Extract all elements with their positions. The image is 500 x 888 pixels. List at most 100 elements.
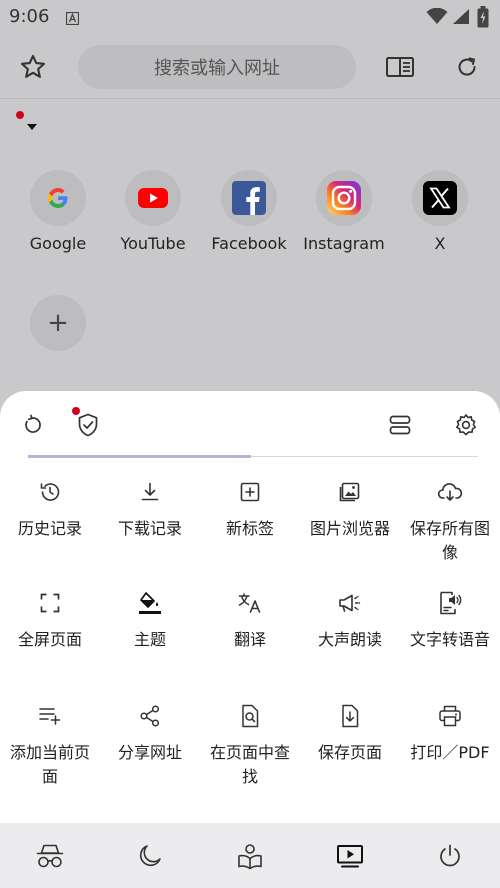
refresh-button[interactable]	[449, 49, 485, 85]
menu-downloads[interactable]: 下载记录	[100, 479, 200, 541]
bottom-action-bar	[0, 823, 500, 888]
browser-toolbar: 搜索或输入网址	[0, 38, 500, 96]
incognito-button[interactable]	[33, 839, 67, 873]
restore-button[interactable]	[16, 408, 50, 442]
browser-menu-sheet: 历史记录 下载记录 新标签 图片浏览器 保存所有图像 全屏页面 主题 翻译 大声…	[0, 391, 500, 823]
menu-find-in-page[interactable]: 在页面中查找	[200, 703, 300, 789]
search-placeholder: 搜索或输入网址	[154, 58, 280, 79]
menu-label: 图片浏览器	[309, 519, 390, 538]
video-player-button[interactable]	[333, 839, 367, 873]
incognito-icon	[36, 844, 64, 868]
menu-image-viewer[interactable]: 图片浏览器	[300, 479, 400, 541]
menu-theme[interactable]: 主题	[100, 590, 200, 652]
settings-gear-icon	[456, 414, 476, 436]
profile-dropdown-caret-icon[interactable]	[27, 124, 37, 130]
shortcut-instagram[interactable]: Instagram	[294, 170, 394, 253]
menu-label: 分享网址	[117, 743, 182, 762]
menu-fullscreen[interactable]: 全屏页面	[0, 590, 100, 652]
wifi-icon	[426, 7, 448, 29]
facebook-logo-icon	[221, 170, 277, 226]
shield-notification-dot	[72, 407, 80, 415]
cloud-download-icon	[437, 483, 463, 501]
shortcut-label: X	[434, 234, 446, 253]
menu-label: 主题	[133, 630, 166, 649]
shortcut-label: YouTube	[120, 234, 186, 253]
add-shortcut-button[interactable]: +	[30, 295, 86, 351]
menu-label: 翻译	[233, 630, 266, 649]
menu-share-url[interactable]: 分享网址	[100, 703, 200, 765]
video-player-icon	[337, 845, 363, 868]
refresh-icon	[458, 57, 476, 76]
power-icon	[440, 844, 460, 867]
plus-icon: +	[47, 308, 69, 338]
exit-button[interactable]	[433, 839, 467, 873]
text-to-speech-icon	[440, 591, 462, 615]
x-logo-icon	[412, 170, 468, 226]
download-icon	[141, 482, 159, 501]
menu-save-page[interactable]: 保存页面	[300, 703, 400, 765]
reading-icon	[238, 844, 262, 870]
paint-bucket-icon	[139, 592, 161, 614]
status-time: 9:06	[9, 6, 50, 27]
shortcut-facebook[interactable]: Facebook	[199, 170, 299, 253]
restore-icon	[25, 414, 41, 433]
shortcut-youtube[interactable]: YouTube	[103, 170, 203, 253]
status-bar: 9:06	[0, 0, 500, 34]
menu-label: 保存所有图像	[409, 519, 490, 562]
translate-icon	[238, 593, 261, 613]
menu-label: 新标签	[225, 519, 274, 538]
menu-read-aloud[interactable]: 大声朗读	[300, 590, 400, 652]
menu-label: 在页面中查找	[209, 743, 290, 786]
add-to-list-icon	[39, 708, 61, 725]
menu-save-all-images[interactable]: 保存所有图像	[400, 479, 500, 565]
shortcut-google[interactable]: Google	[8, 170, 108, 253]
reader-mode-button[interactable]	[382, 49, 418, 85]
bookmark-star-button[interactable]	[15, 49, 51, 85]
google-logo-icon	[30, 170, 86, 226]
profile-notification-dot	[16, 111, 24, 119]
menu-label: 打印／PDF	[410, 743, 490, 762]
settings-button[interactable]	[449, 408, 483, 442]
print-icon	[439, 705, 461, 727]
night-mode-icon	[139, 845, 161, 867]
app-notification-icon	[65, 10, 80, 26]
menu-history[interactable]: 历史记录	[0, 479, 100, 541]
menu-label: 大声朗读	[317, 630, 382, 649]
image-viewer-icon	[339, 482, 360, 502]
layout-toggle-icon	[389, 415, 411, 435]
night-mode-button[interactable]	[133, 839, 167, 873]
layout-toggle-button[interactable]	[383, 408, 417, 442]
menu-label: 文字转语音	[409, 630, 490, 649]
share-icon	[140, 705, 160, 727]
menu-label: 下载记录	[117, 519, 182, 538]
shortcut-x[interactable]: X	[390, 170, 490, 253]
history-icon	[40, 483, 60, 501]
new-tab-icon	[240, 482, 260, 502]
menu-add-current-page[interactable]: 添加当前页面	[0, 703, 100, 789]
battery-charging-icon	[477, 6, 489, 32]
find-in-page-icon	[242, 704, 259, 728]
menu-new-tab[interactable]: 新标签	[200, 479, 300, 541]
shortcut-label: Google	[29, 234, 87, 253]
star-icon	[20, 54, 46, 78]
reading-mode-button[interactable]	[233, 839, 267, 873]
megaphone-icon	[339, 594, 361, 612]
reader-mode-icon	[386, 57, 414, 77]
menu-translate[interactable]: 翻译	[200, 590, 300, 652]
address-bar[interactable]: 搜索或输入网址	[78, 45, 356, 89]
youtube-logo-icon	[125, 170, 181, 226]
menu-print-pdf[interactable]: 打印／PDF	[400, 703, 500, 765]
signal-icon	[452, 8, 470, 29]
menu-page-indicator	[28, 455, 251, 458]
menu-label: 保存页面	[317, 743, 382, 762]
shield-check-icon	[78, 413, 98, 437]
instagram-logo-icon	[316, 170, 372, 226]
fullscreen-icon	[40, 593, 60, 613]
shortcut-label: Facebook	[211, 234, 287, 253]
toolbar-divider	[0, 98, 500, 99]
save-page-icon	[342, 704, 359, 728]
menu-label: 全屏页面	[17, 630, 82, 649]
menu-label: 历史记录	[17, 519, 82, 538]
shortcut-label: Instagram	[303, 234, 385, 253]
menu-text-to-speech[interactable]: 文字转语音	[400, 590, 500, 652]
